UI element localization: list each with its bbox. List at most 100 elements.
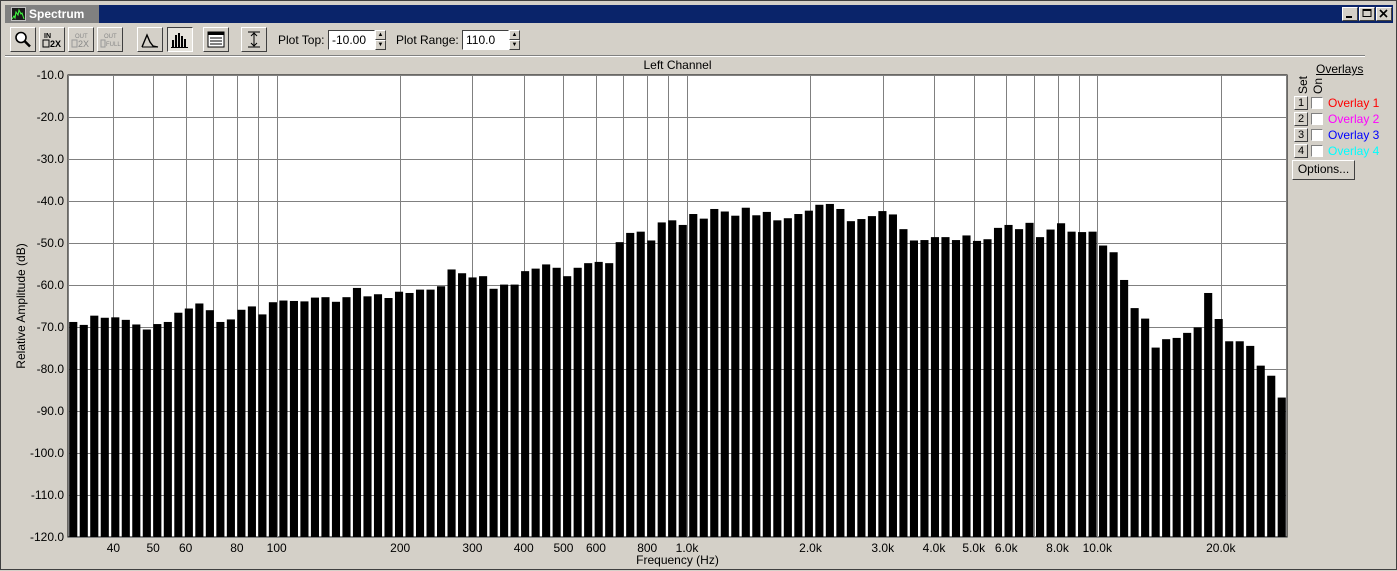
spectrum-bar xyxy=(531,268,540,537)
spectrum-bar xyxy=(174,312,183,537)
spectrum-bar xyxy=(289,300,298,537)
x-tick-label: 5.0k xyxy=(962,541,986,555)
spectrum-bar xyxy=(626,232,635,538)
spectrum-bar xyxy=(1014,229,1024,537)
spectrum-bar xyxy=(1130,308,1139,537)
spectrum-bar xyxy=(373,294,383,537)
spectrum-bar xyxy=(300,301,309,537)
spectrum-bar xyxy=(500,284,509,537)
spectrum-bar xyxy=(226,319,235,537)
spectrum-bar xyxy=(258,314,267,537)
y-tick-label: -10.0 xyxy=(37,68,65,82)
spectrum-bar xyxy=(279,300,288,537)
spectrum-bar xyxy=(163,321,172,537)
spectrum-bar xyxy=(310,297,320,537)
spectrum-bar xyxy=(394,291,404,537)
x-tick-label: 20.0k xyxy=(1206,541,1236,555)
spectrum-bar xyxy=(384,298,393,537)
y-tick-label: -80.0 xyxy=(37,362,65,376)
spectrum-bar xyxy=(521,271,530,537)
spectrum-bar xyxy=(899,229,908,537)
overlay-name: Overlay 3 xyxy=(1328,128,1380,142)
overlay-checkbox[interactable] xyxy=(1311,145,1323,157)
spectrum-bar xyxy=(731,215,740,537)
spectrum-bar xyxy=(762,211,771,538)
overlay-set-button[interactable]: 1 xyxy=(1294,96,1308,110)
set-column-label: Set xyxy=(1296,75,1310,94)
spectrum-bar xyxy=(668,220,677,537)
spectrum-bar xyxy=(132,324,141,537)
spectrum-bar xyxy=(426,289,435,537)
spectrum-window: Spectrum IN 2X OUT 2X OUT FULL Plot Top:… xyxy=(0,0,1397,570)
spectrum-bar xyxy=(153,324,162,537)
x-axis-label: Frequency (Hz) xyxy=(636,553,719,567)
spectrum-bar xyxy=(352,287,362,537)
y-tick-label: -90.0 xyxy=(37,404,65,418)
overlay-set-button[interactable]: 2 xyxy=(1294,112,1308,126)
spectrum-bar xyxy=(69,321,78,537)
x-tick-label: 3.0k xyxy=(871,541,895,555)
spectrum-bar xyxy=(415,289,425,537)
x-tick-label: 10.0k xyxy=(1083,541,1113,555)
overlay-row: 1 Overlay 1 xyxy=(1294,96,1394,111)
spectrum-bar xyxy=(121,319,130,537)
x-tick-label: 600 xyxy=(586,541,606,555)
spectrum-bar xyxy=(909,240,918,538)
spectrum-bar xyxy=(563,276,572,537)
overlay-checkbox[interactable] xyxy=(1311,97,1323,109)
spectrum-bar xyxy=(594,261,603,537)
x-tick-label: 6.0k xyxy=(995,541,1019,555)
spectrum-bar xyxy=(111,317,120,537)
spectrum-bar xyxy=(815,204,824,537)
spectrum-bar xyxy=(552,267,561,537)
overlay-set-button[interactable]: 3 xyxy=(1294,128,1308,142)
overlay-row: 4 Overlay 4 xyxy=(1294,144,1394,159)
spectrum-bar xyxy=(951,240,961,537)
overlay-checkbox[interactable] xyxy=(1311,129,1323,141)
spectrum-bar xyxy=(689,214,698,537)
spectrum-bar xyxy=(920,240,929,537)
y-tick-label: -120.0 xyxy=(30,530,64,544)
spectrum-bar xyxy=(930,237,940,537)
y-tick-label: -100.0 xyxy=(30,446,64,460)
spectrum-bar xyxy=(699,218,708,537)
spectrum-bar xyxy=(1214,319,1223,537)
spectrum-bar xyxy=(1256,365,1265,537)
spectrum-bar xyxy=(205,310,214,537)
overlay-panel: Set On Overlays 1 Overlay 1 2 Overlay 2 3 Ove… xyxy=(1291,59,1395,189)
y-tick-label: -40.0 xyxy=(37,194,65,208)
spectrum-bar xyxy=(90,315,99,537)
spectrum-bar xyxy=(1088,231,1097,537)
spectrum-bar xyxy=(573,267,582,537)
spectrum-bar xyxy=(773,220,782,537)
overlay-checkbox[interactable] xyxy=(1311,113,1323,125)
x-tick-label: 400 xyxy=(514,541,534,555)
spectrum-bar xyxy=(321,297,330,537)
x-tick-label: 200 xyxy=(390,541,410,555)
spectrum-bar xyxy=(962,235,971,537)
x-tick-label: 40 xyxy=(107,541,121,555)
spectrum-bar xyxy=(657,222,666,538)
overlay-set-button[interactable]: 4 xyxy=(1294,144,1308,158)
options-button[interactable]: Options... xyxy=(1292,160,1355,180)
chart-title: Left Channel xyxy=(643,58,711,72)
spectrum-bar xyxy=(195,303,204,537)
spectrum-bar xyxy=(363,296,372,537)
y-axis-ticks: -10.0 -20.0 -30.0 -40.0 -50.0 -60.0 -70.0 -80.0… xyxy=(30,68,64,544)
spectrum-bar xyxy=(1204,292,1213,537)
spectrum-bar xyxy=(1193,327,1202,537)
spectrum-bar xyxy=(878,211,887,537)
spectrum-bar xyxy=(510,284,519,537)
x-tick-label: 300 xyxy=(462,541,482,555)
spectrum-bar xyxy=(615,242,624,537)
spectrum-chart[interactable]: -10.0 -20.0 -30.0 -40.0 -50.0 -60.0 -70.0 -80.0… xyxy=(1,1,1397,571)
spectrum-bar xyxy=(636,231,645,537)
spectrum-bar xyxy=(804,210,813,537)
x-tick-label: 2.0k xyxy=(799,541,823,555)
y-tick-label: -70.0 xyxy=(37,320,65,334)
spectrum-bar xyxy=(1183,332,1192,537)
spectrum-bar xyxy=(331,301,341,537)
overlay-name: Overlay 4 xyxy=(1328,144,1380,158)
spectrum-bar xyxy=(972,240,982,537)
y-tick-label: -110.0 xyxy=(31,488,64,502)
